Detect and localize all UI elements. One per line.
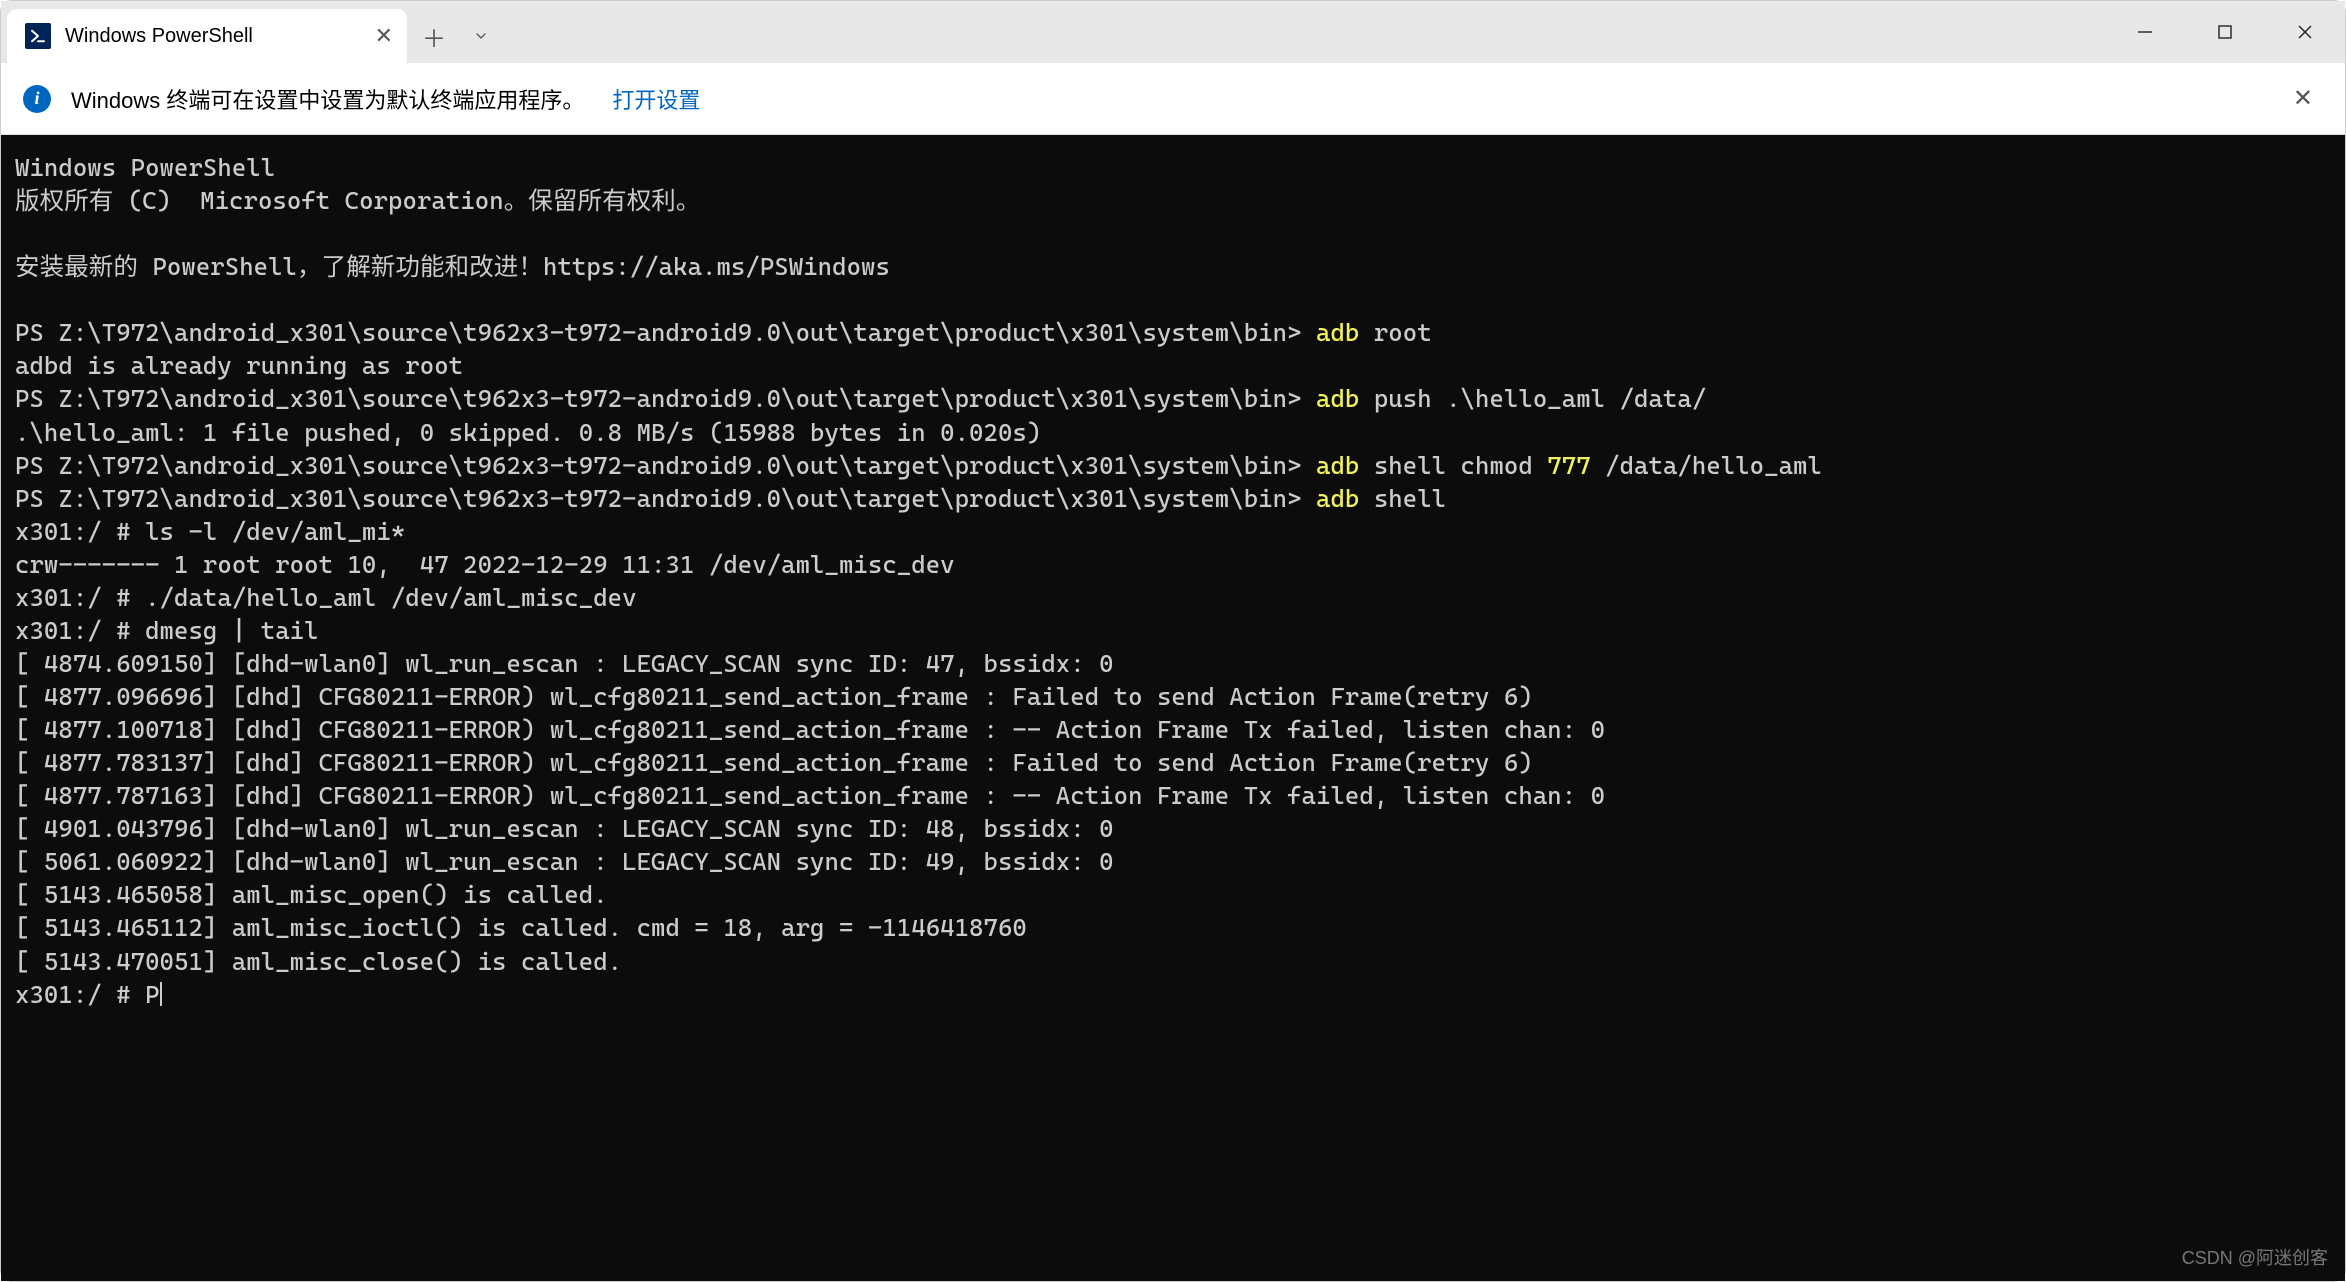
- terminal-line: x301:/ # P: [15, 978, 2331, 1011]
- open-settings-link[interactable]: 打开设置: [612, 83, 700, 115]
- terminal-line: [ 4877.783137] [dhd] CFG80211-ERROR) wl_…: [15, 746, 2331, 779]
- powershell-icon: [25, 23, 51, 49]
- terminal-line: [ 4877.100718] [dhd] CFG80211-ERROR) wl_…: [15, 713, 2331, 746]
- terminal-line: Windows PowerShell: [15, 151, 2331, 184]
- close-window-button[interactable]: [2265, 1, 2345, 63]
- terminal-line: [ 4877.096696] [dhd] CFG80211-ERROR) wl_…: [15, 680, 2331, 713]
- cursor: [160, 982, 162, 1006]
- terminal-line: [ 5143.465112] aml_misc_ioctl() is calle…: [15, 911, 2331, 944]
- info-bar: i Windows 终端可在设置中设置为默认终端应用程序。 打开设置 ✕: [1, 63, 2345, 135]
- info-message: Windows 终端可在设置中设置为默认终端应用程序。: [71, 83, 584, 115]
- terminal-line: adbd is already running as root: [15, 349, 2331, 382]
- terminal-line: [ 5143.465058] aml_misc_open() is called…: [15, 878, 2331, 911]
- terminal-line: [ 4877.787163] [dhd] CFG80211-ERROR) wl_…: [15, 779, 2331, 812]
- tab-title: Windows PowerShell: [65, 25, 253, 48]
- terminal-line: crw------- 1 root root 10, 47 2022-12-29…: [15, 548, 2331, 581]
- terminal-line: PS Z:\T972\android_x301\source\t962x3-t9…: [15, 449, 2331, 482]
- infobar-close-button[interactable]: ✕: [2283, 74, 2323, 123]
- close-icon: [2297, 24, 2313, 40]
- new-tab-button[interactable]: ＋: [407, 9, 461, 63]
- terminal-line: x301:/ # ls -l /dev/aml_mi*: [15, 515, 2331, 548]
- title-bar: Windows PowerShell ✕ ＋: [1, 1, 2345, 63]
- terminal-line: x301:/ # dmesg | tail: [15, 614, 2331, 647]
- minimize-button[interactable]: [2105, 1, 2185, 63]
- terminal-pane[interactable]: Windows PowerShell 版权所有 (C) Microsoft Co…: [1, 135, 2345, 1281]
- tab-powershell[interactable]: Windows PowerShell ✕: [7, 9, 407, 63]
- terminal-line: 安装最新的 PowerShell，了解新功能和改进！https://aka.ms…: [15, 250, 2331, 283]
- window-controls: [2105, 1, 2345, 63]
- terminal-line: [ 5143.470051] aml_misc_close() is calle…: [15, 945, 2331, 978]
- maximize-button[interactable]: [2185, 1, 2265, 63]
- terminal-line: [15, 217, 2331, 250]
- info-icon: i: [23, 85, 51, 113]
- tab-close-icon[interactable]: ✕: [375, 23, 393, 49]
- tab-dropdown-button[interactable]: [461, 9, 501, 63]
- terminal-line: x301:/ # ./data/hello_aml /dev/aml_misc_…: [15, 581, 2331, 614]
- watermark: CSDN @阿迷创客: [2182, 1244, 2328, 1270]
- terminal-line: 版权所有 (C) Microsoft Corporation。保留所有权利。: [15, 184, 2331, 217]
- chevron-down-icon: [473, 28, 489, 44]
- terminal-line: [ 5061.060922] [dhd-wlan0] wl_run_escan …: [15, 845, 2331, 878]
- terminal-line: PS Z:\T972\android_x301\source\t962x3-t9…: [15, 482, 2331, 515]
- terminal-line: PS Z:\T972\android_x301\source\t962x3-t9…: [15, 316, 2331, 349]
- terminal-line: .\hello_aml: 1 file pushed, 0 skipped. 0…: [15, 416, 2331, 449]
- terminal-line: [ 4874.609150] [dhd-wlan0] wl_run_escan …: [15, 647, 2331, 680]
- maximize-icon: [2217, 24, 2233, 40]
- terminal-line: [ 4901.043796] [dhd-wlan0] wl_run_escan …: [15, 812, 2331, 845]
- terminal-line: [15, 283, 2331, 316]
- terminal-line: PS Z:\T972\android_x301\source\t962x3-t9…: [15, 382, 2331, 415]
- minimize-icon: [2137, 24, 2153, 40]
